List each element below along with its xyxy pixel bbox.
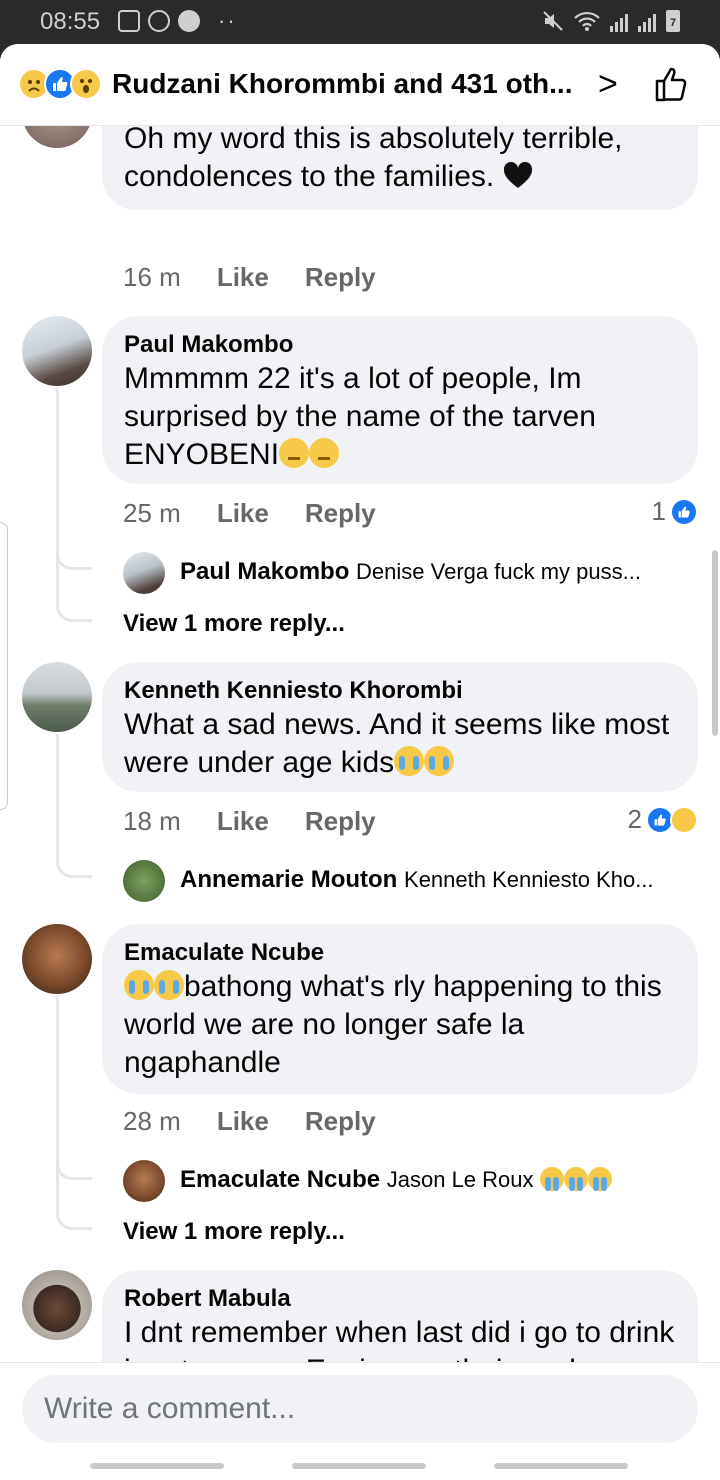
battery-icon: 7 xyxy=(666,10,680,32)
thread-connector xyxy=(56,388,92,622)
reaction-count-value: 2 xyxy=(627,804,642,834)
reaction-icons xyxy=(18,68,108,102)
wifi-icon xyxy=(574,11,600,31)
reply-button[interactable]: Reply xyxy=(305,262,376,293)
comment-author[interactable]: Emaculate Ncube xyxy=(124,938,676,968)
avatar[interactable] xyxy=(123,552,165,594)
avatar[interactable] xyxy=(123,1160,165,1202)
crying-face-icon xyxy=(588,1167,613,1191)
signal-2-icon xyxy=(638,12,656,32)
mute-icon xyxy=(543,11,563,31)
comment-meta: 25 m Like Reply xyxy=(123,498,376,529)
sad-reaction-icon xyxy=(670,805,698,834)
comments-list: Oh my word this is absolutely terrible, … xyxy=(0,126,720,1362)
comment-text: Oh my word this is absolutely terrible, … xyxy=(124,126,623,193)
reactions-header[interactable]: Rudzani Khorommbi and 431 oth... > xyxy=(0,44,720,126)
comment-time: 16 m xyxy=(123,262,181,292)
avatar[interactable] xyxy=(22,662,92,732)
reply-text: Denise Verga fuck my puss... xyxy=(356,559,641,584)
comment-time: 28 m xyxy=(123,1106,181,1136)
comment-time: 25 m xyxy=(123,498,181,528)
reply-preview[interactable]: Annemarie Mouton Kenneth Kenniesto Kho..… xyxy=(180,866,654,894)
comment-input[interactable] xyxy=(22,1375,698,1443)
crying-face-icon xyxy=(124,970,154,1000)
avatar[interactable] xyxy=(22,126,92,148)
comment-composer xyxy=(0,1362,720,1480)
comment-author[interactable]: Kenneth Kenniesto Khorombi xyxy=(124,676,676,706)
comment-bubble[interactable]: Oh my word this is absolutely terrible, … xyxy=(102,126,698,210)
reply-author: Paul Makombo xyxy=(180,558,350,585)
thinking-face-icon xyxy=(279,438,310,468)
view-more-replies[interactable]: View 1 more reply... xyxy=(123,1218,345,1246)
chevron-right-icon[interactable]: > xyxy=(598,67,618,101)
like-button[interactable]: Like xyxy=(217,498,269,529)
comments-sheet: Rudzani Khorommbi and 431 oth... > Oh my… xyxy=(0,44,720,1480)
reply-button[interactable]: Reply xyxy=(305,498,376,529)
nav-home-button[interactable] xyxy=(292,1463,426,1469)
system-icons: 7 xyxy=(542,10,680,32)
comment-meta: 18 m Like Reply xyxy=(123,806,376,837)
comment-meta: 28 m Like Reply xyxy=(123,1106,376,1137)
reply-preview[interactable]: Emaculate Ncube Jason Le Roux xyxy=(180,1166,613,1194)
reply-text: Kenneth Kenniesto Kho... xyxy=(404,867,654,892)
more-notifications-icon: ·· xyxy=(218,8,237,33)
reaction-count-value: 1 xyxy=(651,496,666,526)
reply-text: Jason Le Roux xyxy=(386,1167,534,1192)
crying-face-icon xyxy=(564,1167,589,1191)
avatar[interactable] xyxy=(22,924,92,994)
comment-meta: 16 m Like Reply xyxy=(123,262,376,293)
thread-connector xyxy=(56,996,92,1230)
gallery-icon xyxy=(118,10,140,32)
status-bar: 08:55 ·· 7 xyxy=(0,0,720,44)
avatar[interactable] xyxy=(22,1270,92,1340)
like-button[interactable]: Like xyxy=(217,806,269,837)
status-time: 08:55 xyxy=(40,8,101,35)
comment-bubble[interactable]: Emaculate Ncube bathong what's rly happe… xyxy=(102,924,698,1094)
like-thumb-icon[interactable] xyxy=(652,64,692,104)
reply-preview[interactable]: Paul Makombo Denise Verga fuck my puss..… xyxy=(180,558,641,586)
reactions-summary[interactable]: Rudzani Khorommbi and 431 oth... xyxy=(112,68,572,100)
edge-panel-handle[interactable] xyxy=(0,522,8,810)
comment-text: I dnt remember when last did i go to dri… xyxy=(124,1316,675,1362)
crying-face-icon xyxy=(394,746,425,776)
reply-button[interactable]: Reply xyxy=(305,1106,376,1137)
avatar[interactable] xyxy=(22,316,92,386)
reply-button[interactable]: Reply xyxy=(305,806,376,837)
comment-author[interactable]: Paul Makombo xyxy=(124,330,676,360)
nav-back-button[interactable] xyxy=(494,1463,628,1469)
like-reaction-icon xyxy=(670,497,698,526)
comment-text: bathong what's rly happening to this wor… xyxy=(124,970,662,1079)
crying-face-icon xyxy=(540,1167,565,1191)
comment-text: Mmmmm 22 it's a lot of people, Im surpri… xyxy=(124,362,596,471)
comment-text: What a sad news. And it seems like most … xyxy=(124,708,670,779)
signal-icon xyxy=(610,12,628,32)
black-heart-icon xyxy=(503,162,532,188)
reply-author: Annemarie Mouton xyxy=(180,866,398,893)
nav-recents-button[interactable] xyxy=(90,1463,224,1469)
scrollbar[interactable] xyxy=(712,550,718,736)
crying-face-icon xyxy=(154,970,184,1000)
comment-author[interactable]: Robert Mabula xyxy=(124,1284,676,1314)
like-button[interactable]: Like xyxy=(217,262,269,293)
whatsapp-icon xyxy=(148,10,170,32)
comment-time: 18 m xyxy=(123,806,181,836)
comment-bubble[interactable]: Robert Mabula I dnt remember when last d… xyxy=(102,1270,698,1362)
reaction-count[interactable]: 2 xyxy=(628,804,698,835)
view-more-replies[interactable]: View 1 more reply... xyxy=(123,610,345,638)
comment-bubble[interactable]: Kenneth Kenniesto Khorombi What a sad ne… xyxy=(102,662,698,792)
crying-face-icon xyxy=(424,746,455,776)
messenger-icon xyxy=(178,10,200,32)
reply-author: Emaculate Ncube xyxy=(180,1166,381,1193)
like-button[interactable]: Like xyxy=(217,1106,269,1137)
avatar[interactable] xyxy=(123,860,165,902)
reaction-count[interactable]: 1 xyxy=(652,496,698,527)
comment-bubble[interactable]: Paul Makombo Mmmmm 22 it's a lot of peop… xyxy=(102,316,698,484)
wow-reaction-icon xyxy=(70,68,102,100)
notification-icons: ·· xyxy=(118,8,237,34)
thread-connector xyxy=(56,734,92,878)
thinking-face-icon xyxy=(309,438,340,468)
